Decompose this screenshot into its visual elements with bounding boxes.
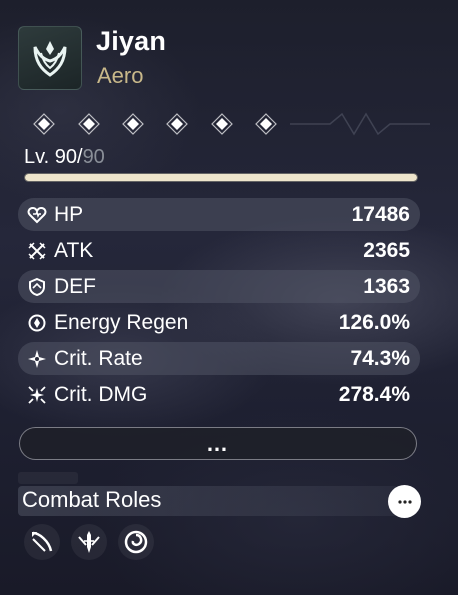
stat-value: 126.0% [338,310,410,334]
stat-row-def[interactable]: DEF 1363 [18,270,420,303]
stat-label: Crit. DMG [54,382,148,406]
stat-row-hp[interactable]: HP 17486 [18,198,420,231]
combat-roles-title: Combat Roles [22,487,162,512]
energy-regen-icon [26,312,48,334]
stat-row-energy-regen[interactable]: Energy Regen 126.0% [18,306,420,339]
character-emblem [18,26,82,90]
more-dots-icon [397,499,412,504]
atk-icon [26,240,48,262]
stat-value: 2365 [363,238,410,262]
stat-label: DEF [54,274,96,298]
level-progress-fill [25,174,417,181]
faint-label [18,472,78,484]
crit-rate-icon [26,348,48,370]
more-dots-icon: … [206,430,230,456]
diamond-icon[interactable] [122,113,144,135]
stat-row-crit-dmg[interactable]: Crit. DMG 278.4% [18,378,420,411]
def-icon [26,276,48,298]
more-stats-button[interactable]: … [19,427,417,460]
diamond-icon[interactable] [166,113,188,135]
hp-icon [26,204,48,226]
role-slash-icon[interactable] [24,524,60,560]
level-progress-bar [24,173,418,182]
role-swirl-icon[interactable] [118,524,154,560]
stat-row-crit-rate[interactable]: Crit. Rate 74.3% [18,342,420,375]
stat-label: Energy Regen [54,310,189,334]
decorative-pattern-icon [290,112,430,136]
diamond-icon[interactable] [33,113,55,135]
level-label: Lv. 90/90 [24,146,105,169]
role-blade-icon[interactable] [71,524,107,560]
diamond-icon[interactable] [78,113,100,135]
stat-row-atk[interactable]: ATK 2365 [18,234,420,267]
stat-value: 17486 [351,202,410,226]
diamond-icon[interactable] [211,113,233,135]
character-name: Jiyan [96,26,167,56]
crit-dmg-icon [26,384,48,406]
combat-roles-info-button[interactable] [388,485,421,518]
stat-value: 74.3% [350,346,410,370]
level-prefix: Lv. 90/ [24,146,83,168]
level-max: 90 [82,146,105,168]
aero-element-icon [33,41,67,77]
diamond-icon[interactable] [255,113,277,135]
stat-label: ATK [54,238,94,262]
stat-label: Crit. Rate [54,346,143,370]
stat-value: 278.4% [338,382,410,406]
stat-label: HP [54,202,84,226]
stat-value: 1363 [363,274,410,298]
character-element: Aero [97,63,144,88]
